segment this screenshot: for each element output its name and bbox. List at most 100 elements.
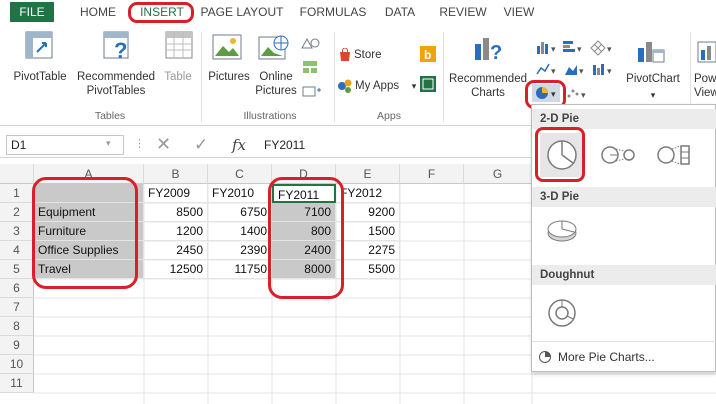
cell-e1[interactable]: FY2012 <box>336 184 400 203</box>
pivotchart-button[interactable]: PivotChart <box>618 72 688 86</box>
row-header[interactable]: 10 <box>0 355 34 374</box>
pie-3d-icon[interactable] <box>544 217 580 245</box>
column-chart-icon[interactable]: ▾ <box>536 40 560 54</box>
cell-e3[interactable]: 1500 <box>336 222 400 241</box>
doughnut-icon[interactable] <box>546 297 578 329</box>
row-header[interactable]: 8 <box>0 317 34 336</box>
cancel-icon[interactable]: ✕ <box>156 134 171 155</box>
tab-view[interactable]: VIEW <box>500 3 538 21</box>
cell-d4[interactable]: 2400 <box>272 241 336 260</box>
radar-chart-icon[interactable]: ▾ <box>590 40 616 56</box>
formula-input[interactable]: FY2011 <box>258 135 558 155</box>
cell-e5[interactable]: 5500 <box>336 260 400 279</box>
tab-review[interactable]: REVIEW <box>436 3 490 21</box>
row-header[interactable]: 7 <box>0 298 34 317</box>
row-header[interactable]: 9 <box>0 336 34 355</box>
cell-a4[interactable]: Office Supplies <box>34 241 144 260</box>
cell-a5[interactable]: Travel <box>34 260 144 279</box>
store-icon <box>340 48 350 61</box>
row-header[interactable]: 4 <box>0 241 34 260</box>
bing-maps-icon[interactable]: b <box>420 46 436 62</box>
cell-b3[interactable]: 1200 <box>144 222 208 241</box>
cell-b5[interactable]: 12500 <box>144 260 208 279</box>
area-chart-icon[interactable]: ▾ <box>564 62 588 76</box>
column-header-b[interactable]: B <box>144 164 208 184</box>
recommended-pivottables-label-1: Recommended <box>77 71 155 83</box>
stock-chart-icon[interactable]: ▾ <box>592 62 616 76</box>
scatter-chart-icon[interactable]: ▾ <box>566 86 590 100</box>
column-header-a[interactable]: A <box>34 164 144 184</box>
pivottable-button[interactable]: PivotTable <box>4 70 76 84</box>
line-chart-icon[interactable]: ▾ <box>536 62 560 76</box>
group-separator <box>201 32 202 122</box>
svg-text:▾: ▾ <box>581 90 586 100</box>
my-apps-dropdown-arrow[interactable]: ▾ <box>410 79 418 93</box>
cell-d5[interactable]: 8000 <box>272 260 336 279</box>
column-header-e[interactable]: E <box>336 164 400 184</box>
pictures-button[interactable]: Pictures <box>204 70 254 84</box>
cell-d2[interactable]: 7100 <box>272 203 336 222</box>
svg-text:▾: ▾ <box>551 44 556 54</box>
cell-b1[interactable]: FY2009 <box>144 184 208 203</box>
formula-bar-grip: ⋮ <box>134 138 145 150</box>
tab-file[interactable]: FILE <box>10 2 54 22</box>
tab-insert[interactable]: INSERT <box>134 3 190 21</box>
pie-2d-icon[interactable] <box>540 133 584 177</box>
pictures-icon <box>212 34 242 60</box>
column-header-c[interactable]: C <box>208 164 272 184</box>
screenshot-icon[interactable] <box>302 84 322 98</box>
cell-d1[interactable]: FY2011 <box>272 184 336 203</box>
tab-data[interactable]: DATA <box>380 3 420 21</box>
power-view-button[interactable]: Pow View <box>694 72 716 100</box>
svg-text:▾: ▾ <box>551 89 556 99</box>
bar-of-pie-icon[interactable] <box>654 141 694 169</box>
table-button[interactable]: Table <box>158 70 198 84</box>
cell-a3[interactable]: Furniture <box>34 222 144 241</box>
bar-chart-icon[interactable]: ▾ <box>562 40 586 54</box>
column-header-f[interactable]: F <box>400 164 464 184</box>
pivotchart-dropdown-arrow[interactable]: ▾ <box>648 88 658 102</box>
my-apps-button[interactable]: My Apps <box>355 79 411 93</box>
cell-a2[interactable]: Equipment <box>34 203 144 222</box>
recommended-charts-button[interactable]: Recommended Charts <box>446 72 530 100</box>
column-header-g[interactable]: G <box>464 164 532 184</box>
row-header[interactable]: 6 <box>0 279 34 298</box>
name-box-dropdown-arrow[interactable]: ▾ <box>106 138 111 149</box>
more-pie-charts-icon <box>539 351 551 363</box>
tab-formulas[interactable]: FORMULAS <box>296 3 370 21</box>
cell-d3[interactable]: 800 <box>272 222 336 241</box>
my-apps-icon <box>338 79 352 93</box>
cell-c5[interactable]: 11750 <box>208 260 272 279</box>
row-header[interactable]: 1 <box>0 184 34 203</box>
power-view-icon <box>697 41 716 63</box>
pie-chart-icon[interactable]: ▾ <box>532 84 560 102</box>
people-graph-icon[interactable] <box>420 76 436 92</box>
row-header[interactable]: 11 <box>0 374 34 393</box>
recommended-pivottables-button[interactable]: Recommended PivotTables <box>74 70 158 98</box>
select-all-corner[interactable] <box>0 164 34 184</box>
pie-of-pie-icon[interactable] <box>598 141 638 169</box>
cell-c3[interactable]: 1400 <box>208 222 272 241</box>
cell-c1[interactable]: FY2010 <box>208 184 272 203</box>
shapes-icon[interactable] <box>300 36 322 50</box>
more-pie-charts-link[interactable]: More Pie Charts... <box>558 350 655 364</box>
tab-page-layout[interactable]: PAGE LAYOUT <box>198 3 286 21</box>
cell-a1[interactable] <box>34 184 144 203</box>
tab-home[interactable]: HOME <box>72 3 124 21</box>
store-button[interactable]: Store <box>354 48 390 62</box>
smartart-icon[interactable] <box>302 60 318 74</box>
cell-c4[interactable]: 2390 <box>208 241 272 260</box>
online-pictures-button[interactable]: Online Pictures <box>250 70 302 98</box>
row-header[interactable]: 3 <box>0 222 34 241</box>
cell-b2[interactable]: 8500 <box>144 203 208 222</box>
row-header[interactable]: 5 <box>0 260 34 279</box>
cell-e2[interactable]: 9200 <box>336 203 400 222</box>
insert-function-icon[interactable]: fx <box>232 136 246 154</box>
online-pictures-label-2: Pictures <box>255 85 297 97</box>
cell-b4[interactable]: 2450 <box>144 241 208 260</box>
cell-e4[interactable]: 2275 <box>336 241 400 260</box>
enter-icon[interactable]: ✓ <box>194 135 208 155</box>
cell-c2[interactable]: 6750 <box>208 203 272 222</box>
column-header-d[interactable]: D <box>272 164 336 184</box>
row-header[interactable]: 2 <box>0 203 34 222</box>
